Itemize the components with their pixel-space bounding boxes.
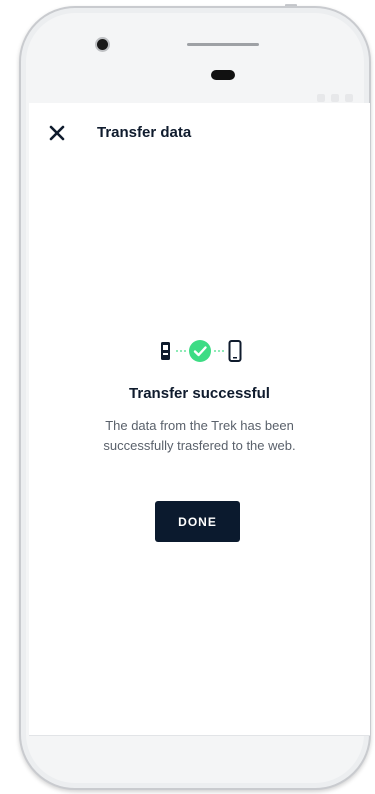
app-screen: Transfer data Transfer successful The da… bbox=[29, 103, 370, 736]
dotted-connector-left bbox=[176, 350, 186, 352]
dotted-connector-right bbox=[214, 350, 224, 352]
close-icon bbox=[49, 125, 65, 141]
app-header: Transfer data bbox=[29, 103, 370, 161]
smartphone-icon bbox=[228, 340, 242, 362]
check-circle-icon bbox=[189, 340, 211, 362]
page-title: Transfer data bbox=[97, 124, 192, 141]
done-button[interactable]: DONE bbox=[155, 501, 240, 542]
earpiece-speaker bbox=[187, 43, 259, 46]
status-bar-icons bbox=[317, 94, 353, 102]
front-camera bbox=[97, 39, 108, 50]
success-title: Transfer successful bbox=[129, 385, 270, 402]
signal-icon bbox=[331, 94, 339, 102]
app-stage: Transfer data Transfer successful The da… bbox=[0, 0, 375, 794]
tracker-device-icon bbox=[161, 342, 170, 360]
transfer-graphic bbox=[161, 340, 242, 362]
proximity-sensor bbox=[211, 70, 235, 80]
close-button[interactable] bbox=[47, 123, 67, 143]
success-description: The data from the Trek has been successf… bbox=[103, 418, 296, 453]
wifi-icon bbox=[345, 94, 353, 102]
battery-icon bbox=[317, 94, 325, 102]
